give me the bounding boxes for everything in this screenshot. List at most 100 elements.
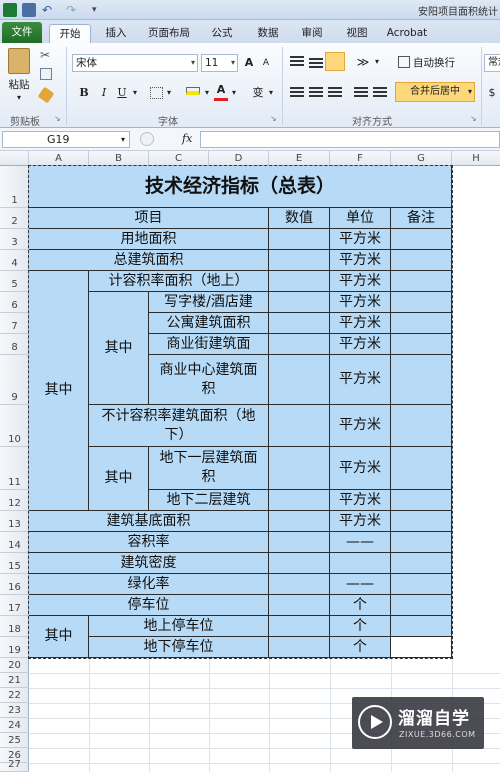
formula-cancel-icon[interactable] xyxy=(140,132,154,146)
row-parking[interactable]: 停车位 xyxy=(29,595,269,616)
note-cell[interactable] xyxy=(391,250,452,271)
note-cell[interactable] xyxy=(391,292,452,313)
row-basement-2[interactable]: 地下二层建筑 xyxy=(149,490,269,511)
row-header[interactable]: 17 xyxy=(0,595,29,616)
value-cell[interactable] xyxy=(269,355,330,405)
phonetic-button[interactable]: 变 xyxy=(250,84,266,102)
unit-cell[interactable]: 平方米 xyxy=(330,292,391,313)
unit-cell[interactable]: 平方米 xyxy=(330,355,391,405)
paste-icon[interactable] xyxy=(8,48,30,74)
fill-color-icon[interactable] xyxy=(186,87,200,95)
font-launcher-icon[interactable]: ↘ xyxy=(270,114,277,123)
row-header[interactable]: 24 xyxy=(0,718,29,733)
unit-cell[interactable]: 平方米 xyxy=(330,250,391,271)
note-cell[interactable] xyxy=(391,447,452,490)
unit-cell[interactable]: 平方米 xyxy=(330,334,391,355)
row-office-hotel[interactable]: 写字楼/酒店建 xyxy=(149,292,269,313)
row-header[interactable]: 12 xyxy=(0,490,29,511)
value-cell[interactable] xyxy=(269,511,330,532)
wrap-text-icon[interactable] xyxy=(398,56,410,68)
row-footprint[interactable]: 建筑基底面积 xyxy=(29,511,269,532)
row-non-far-area[interactable]: 不计容积率建筑面积（地下） xyxy=(89,405,269,447)
column-header[interactable]: H xyxy=(452,151,500,166)
align-middle-icon[interactable] xyxy=(309,58,323,60)
note-cell[interactable] xyxy=(391,313,452,334)
note-cell[interactable] xyxy=(391,532,452,553)
decrease-indent-icon[interactable] xyxy=(354,87,368,89)
tab-acrobat[interactable]: Acrobat xyxy=(382,24,432,43)
row-header[interactable]: 14 xyxy=(0,532,29,553)
sub-label-cell[interactable]: 其中 xyxy=(89,447,149,511)
row-header[interactable]: 27 xyxy=(0,759,29,772)
tab-home[interactable]: 开始 xyxy=(49,24,91,43)
font-size-dropdown-icon[interactable]: ▾ xyxy=(231,55,235,71)
value-cell[interactable] xyxy=(269,271,330,292)
font-size-box[interactable]: 11 ▾ xyxy=(201,54,238,72)
row-header[interactable]: 7 xyxy=(0,313,29,334)
wrap-text-button[interactable]: 自动换行 xyxy=(413,54,473,72)
row-header[interactable]: 18 xyxy=(0,616,29,637)
note-cell[interactable] xyxy=(391,595,452,616)
row-header[interactable]: 21 xyxy=(0,673,29,688)
align-top-icon[interactable] xyxy=(290,56,304,58)
orientation-icon[interactable]: ≫ xyxy=(354,53,372,71)
group-label-cell[interactable]: 其中 xyxy=(29,271,89,511)
unit-cell[interactable]: 平方米 xyxy=(330,490,391,511)
column-header[interactable]: B xyxy=(89,151,149,166)
tab-file[interactable]: 文件 xyxy=(2,22,42,43)
row-header[interactable]: 3 xyxy=(0,229,29,250)
note-cell[interactable] xyxy=(391,334,452,355)
tab-page-layout[interactable]: 页面布局 xyxy=(141,24,197,43)
unit-cell[interactable] xyxy=(330,553,391,574)
row-header[interactable]: 10 xyxy=(0,405,29,447)
value-cell[interactable] xyxy=(269,490,330,511)
bold-button[interactable]: B xyxy=(76,84,92,102)
tab-data[interactable]: 数据 xyxy=(249,24,287,43)
unit-cell[interactable]: 平方米 xyxy=(330,447,391,490)
row-basement-1[interactable]: 地下一层建筑面积 xyxy=(149,447,269,490)
customize-qat-icon[interactable]: ▾ xyxy=(92,3,106,17)
font-name-dropdown-icon[interactable]: ▾ xyxy=(191,55,195,71)
shrink-font-button[interactable]: A xyxy=(258,54,274,72)
increase-indent-icon[interactable] xyxy=(373,87,387,89)
value-cell[interactable] xyxy=(269,447,330,490)
note-cell[interactable] xyxy=(391,271,452,292)
row-header[interactable]: 8 xyxy=(0,334,29,355)
value-cell[interactable] xyxy=(269,229,330,250)
unit-cell[interactable]: 平方米 xyxy=(330,313,391,334)
column-header[interactable]: D xyxy=(209,151,269,166)
row-header[interactable]: 20 xyxy=(0,658,29,673)
merge-center-button[interactable]: 合并后居中 xyxy=(398,83,466,101)
row-header[interactable]: 13 xyxy=(0,511,29,532)
value-cell[interactable] xyxy=(269,405,330,447)
row-header[interactable]: 9 xyxy=(0,355,29,405)
header-unit[interactable]: 单位 xyxy=(330,208,391,229)
header-note[interactable]: 备注 xyxy=(391,208,452,229)
row-building-density[interactable]: 建筑密度 xyxy=(29,553,269,574)
unit-cell[interactable]: 平方米 xyxy=(330,405,391,447)
column-header[interactable]: G xyxy=(391,151,452,166)
currency-button[interactable]: $ xyxy=(486,84,498,102)
note-cell[interactable] xyxy=(391,616,452,637)
note-cell[interactable] xyxy=(391,405,452,447)
row-land-area[interactable]: 用地面积 xyxy=(29,229,269,250)
row-far-area[interactable]: 计容积率面积（地上） xyxy=(89,271,269,292)
merge-dropdown-icon[interactable]: ▾ xyxy=(466,83,474,101)
row-apartment[interactable]: 公寓建筑面积 xyxy=(149,313,269,334)
unit-cell[interactable]: —— xyxy=(330,574,391,595)
name-box-dropdown-icon[interactable]: ▾ xyxy=(121,132,125,147)
name-box[interactable]: G19 ▾ xyxy=(2,131,130,148)
parking-label-cell[interactable]: 其中 xyxy=(29,616,89,658)
table-title[interactable]: 技术经济指标（总表） xyxy=(29,166,452,208)
note-cell[interactable] xyxy=(391,490,452,511)
border-dropdown-icon[interactable]: ▾ xyxy=(165,84,173,102)
grow-font-button[interactable]: A xyxy=(241,54,257,72)
value-cell[interactable] xyxy=(269,553,330,574)
unit-cell[interactable]: 平方米 xyxy=(330,271,391,292)
row-commercial-street[interactable]: 商业街建筑面 xyxy=(149,334,269,355)
paste-dropdown-icon[interactable]: ▾ xyxy=(6,89,32,107)
header-value[interactable]: 数值 xyxy=(269,208,330,229)
value-cell[interactable] xyxy=(269,292,330,313)
row-header[interactable]: 25 xyxy=(0,733,29,748)
row-header[interactable]: 11 xyxy=(0,447,29,490)
